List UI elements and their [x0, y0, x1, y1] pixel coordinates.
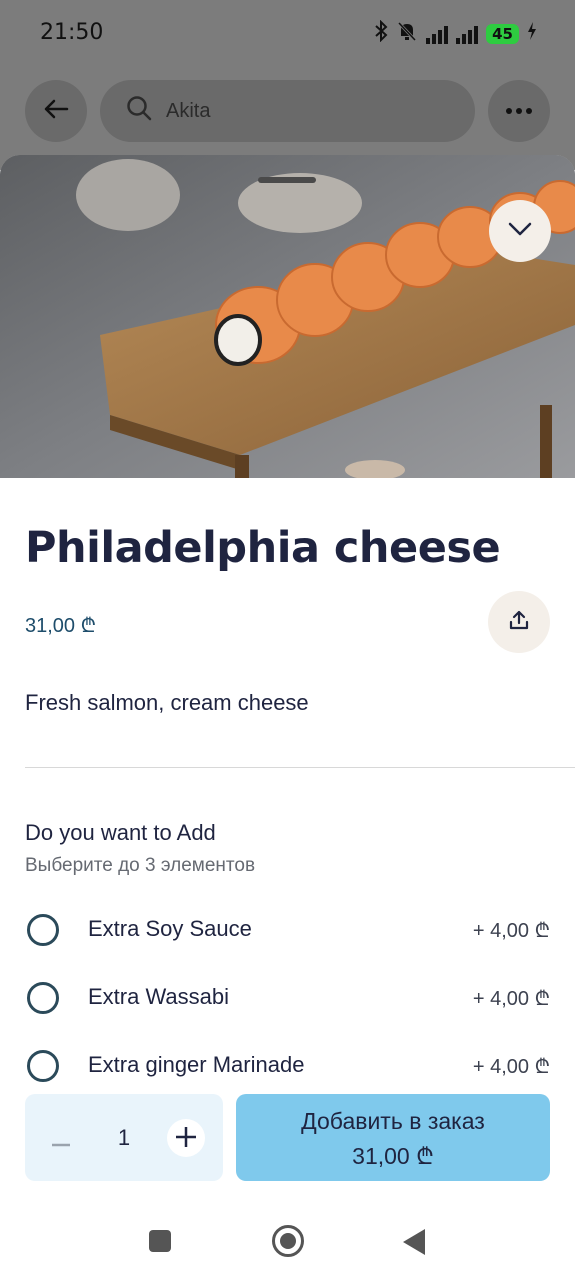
chevron-down-icon — [508, 222, 532, 241]
home-button[interactable] — [272, 1225, 304, 1257]
search-bar[interactable]: Akita — [100, 80, 475, 142]
addon-price: + 4,00 ₾ — [472, 920, 550, 942]
product-title: Philadelphia cheese — [25, 523, 501, 573]
add-to-order-button[interactable]: Добавить в заказ 31,00 ₾ — [236, 1094, 550, 1181]
add-to-order-label: Добавить в заказ — [301, 1108, 485, 1134]
top-app-bar: Akita — [0, 80, 575, 142]
share-button[interactable] — [488, 591, 550, 653]
order-bar: 1 Добавить в заказ 31,00 ₾ — [0, 1094, 575, 1186]
product-description: Fresh salmon, cream cheese — [25, 690, 309, 715]
addons-title: Do you want to Add — [25, 820, 216, 845]
search-value: Akita — [166, 99, 211, 122]
plus-icon — [176, 1122, 196, 1154]
product-image — [0, 155, 575, 478]
share-icon — [508, 609, 530, 636]
bluetooth-icon — [374, 19, 388, 48]
addons-subtitle: Выберите до 3 элементов — [25, 855, 256, 876]
recents-button[interactable] — [149, 1230, 171, 1252]
radio-button[interactable] — [27, 982, 59, 1014]
add-to-order-total: 31,00 ₾ — [352, 1143, 434, 1169]
addon-option-wassabi[interactable]: Extra Wassabi + 4,00 ₾ — [25, 978, 550, 1018]
signal-icon — [456, 24, 479, 44]
sushi-photo — [0, 155, 575, 478]
addon-price: + 4,00 ₾ — [472, 988, 550, 1010]
back-button[interactable] — [25, 80, 87, 142]
divider — [25, 767, 575, 768]
addon-price: + 4,00 ₾ — [472, 1056, 550, 1078]
addon-option-ginger[interactable]: Extra ginger Marinade + 4,00 ₾ — [25, 1046, 550, 1086]
battery-indicator: 45 — [486, 24, 519, 44]
signal-icon — [426, 24, 449, 44]
collapse-button[interactable] — [489, 200, 551, 262]
search-icon — [126, 95, 152, 127]
product-price: 31,00 ₾ — [25, 615, 97, 637]
status-bar: 21:50 45 — [0, 0, 575, 66]
back-arrow-icon — [43, 98, 69, 125]
addon-label: Extra Wassabi — [88, 984, 230, 1009]
system-nav-bar — [0, 1195, 575, 1280]
status-icons: 45 — [374, 19, 537, 48]
mute-icon — [396, 20, 418, 48]
radio-button[interactable] — [27, 1050, 59, 1082]
addon-label: Extra Soy Sauce — [88, 916, 252, 941]
status-time: 21:50 — [40, 20, 104, 45]
more-button[interactable] — [488, 80, 550, 142]
more-dots-icon — [505, 102, 533, 120]
home-icon — [280, 1233, 296, 1249]
addon-label: Extra ginger Marinade — [88, 1052, 305, 1077]
drag-handle[interactable] — [258, 177, 316, 183]
charging-icon — [527, 21, 537, 47]
system-back-button[interactable] — [403, 1229, 425, 1255]
increase-button[interactable] — [167, 1119, 205, 1157]
radio-button[interactable] — [27, 914, 59, 946]
quantity-stepper: 1 — [25, 1094, 223, 1181]
product-sheet: Philadelphia cheese 31,00 ₾ Fresh salmon… — [0, 155, 575, 1280]
addon-option-soy-sauce[interactable]: Extra Soy Sauce + 4,00 ₾ — [25, 910, 550, 950]
